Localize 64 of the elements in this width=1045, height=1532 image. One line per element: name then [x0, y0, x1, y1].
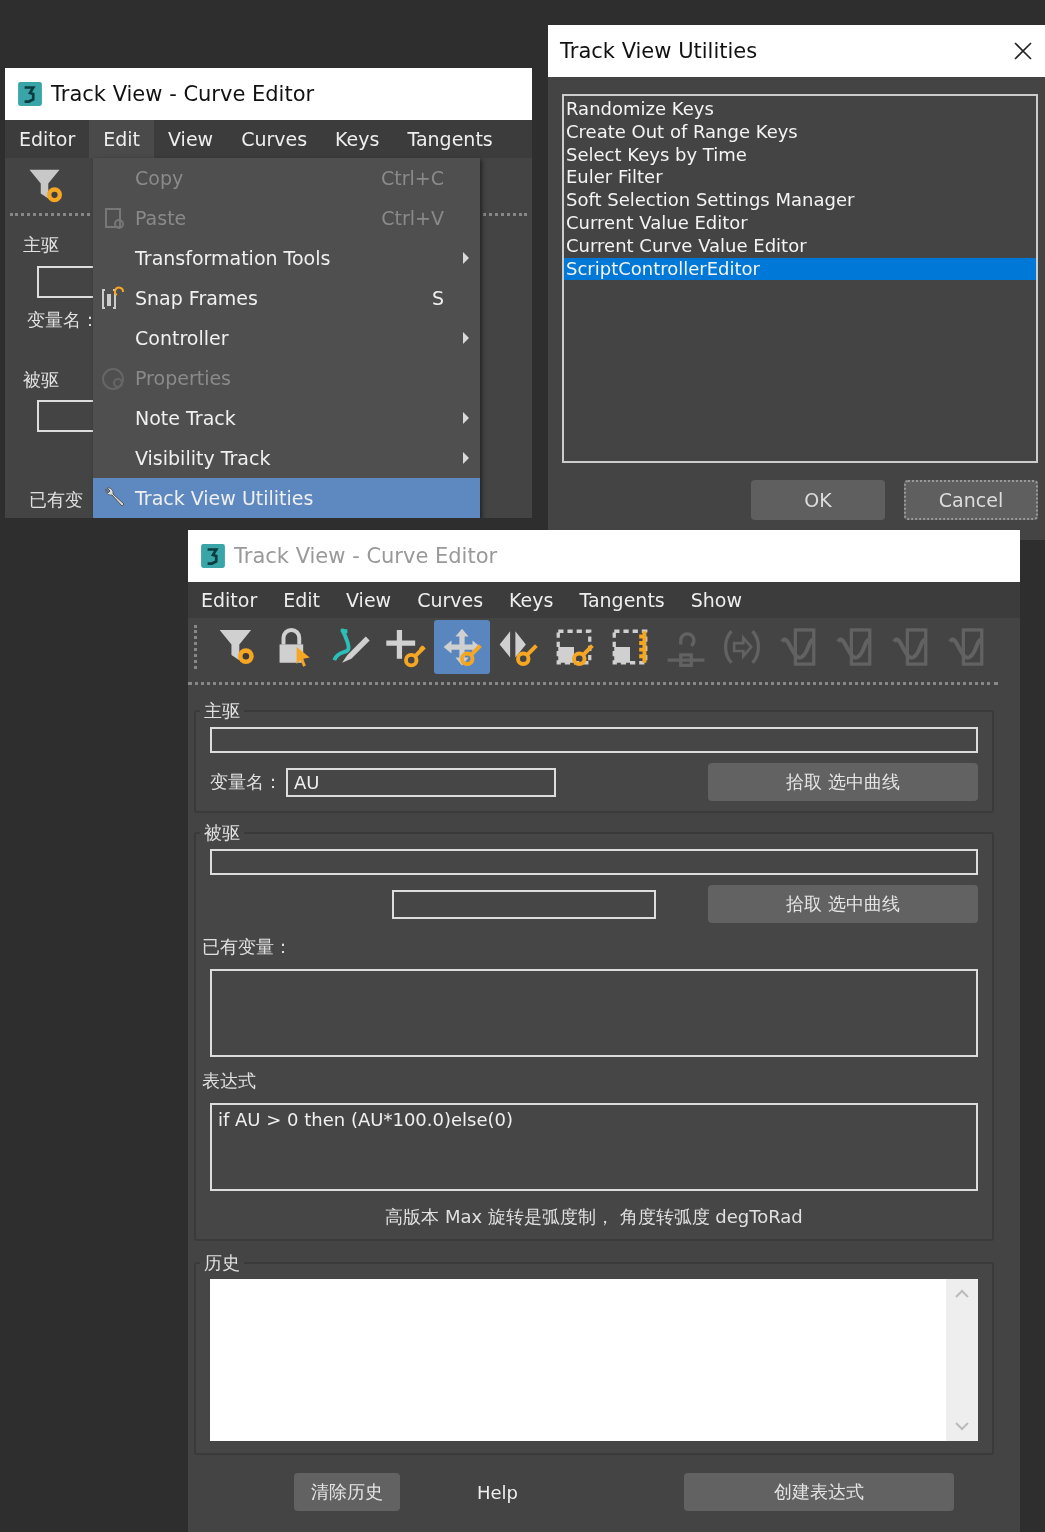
shortcut-label: S — [431, 287, 444, 309]
pick-button[interactable]: 拾取 选中曲线 — [708, 885, 978, 923]
menu-item[interactable]: Editor — [5, 120, 90, 158]
move-keys-icon — [441, 626, 483, 668]
window-title: Track View - Curve Editor — [234, 544, 498, 568]
menu-item[interactable]: Visibility Track — [93, 438, 480, 478]
list-item[interactable]: Select Keys by Time — [564, 143, 1036, 167]
dialog-title: Track View Utilities — [560, 39, 758, 63]
app-icon — [17, 81, 43, 107]
menu-item[interactable]: Keys — [496, 582, 567, 618]
field-label: 表达式 — [202, 1069, 257, 1093]
create-expression-button[interactable]: 创建表达式 — [684, 1473, 954, 1511]
list-item[interactable]: Current Curve Value Editor — [564, 234, 1036, 258]
menu-item[interactable]: View — [333, 582, 405, 618]
menu-item[interactable]: Transformation Tools — [93, 238, 480, 278]
cancel-button[interactable]: Cancel — [904, 480, 1038, 520]
menu-item[interactable]: Note Track — [93, 398, 480, 438]
menu-item[interactable]: Curves — [227, 120, 322, 158]
menu-item[interactable]: Editor — [188, 582, 271, 618]
menu-item[interactable]: Show — [677, 582, 755, 618]
list-item[interactable]: Randomize Keys — [564, 98, 1036, 121]
shortcut-label: Ctrl+V — [381, 207, 444, 229]
group-label: 被驱 — [203, 821, 241, 845]
group-label: 主驱 — [23, 233, 59, 257]
text-field[interactable] — [392, 889, 656, 919]
field-label: 变量名： — [210, 770, 282, 794]
list-item[interactable]: Euler Filter — [564, 166, 1036, 190]
list-item[interactable]: ScriptControllerEditor — [564, 257, 1036, 281]
variable-field[interactable]: AU — [286, 767, 556, 797]
clear-history-button[interactable]: 清除历史 — [294, 1473, 400, 1511]
app-icon — [200, 543, 226, 569]
menu-item[interactable]: Curves — [404, 582, 497, 618]
close-icon[interactable] — [1013, 41, 1033, 61]
help-link[interactable]: Help — [477, 1481, 519, 1503]
pick-button[interactable]: 拾取 选中曲线 — [708, 763, 978, 801]
menu-item[interactable]: Tangents — [566, 582, 678, 618]
menu-item[interactable]: Tangents — [393, 120, 507, 158]
variables-box[interactable] — [210, 969, 978, 1057]
properties-icon — [101, 365, 127, 391]
menu-item[interactable]: Edit — [89, 120, 155, 158]
clipboard-icon — [102, 206, 126, 230]
group-label: 被驱 — [23, 368, 59, 392]
list-item[interactable]: Soft Selection Settings Manager — [564, 189, 1036, 212]
text-field[interactable] — [210, 727, 978, 753]
window-title: Track View - Curve Editor — [51, 82, 315, 106]
ok-button[interactable]: OK — [751, 480, 885, 520]
expression-box[interactable]: if AU > 0 then (AU*100.0)else(0) — [210, 1103, 978, 1191]
list-item[interactable]: Create Out of Range Keys — [564, 120, 1036, 144]
field-label: 已有变 — [29, 488, 83, 512]
menu-item[interactable]: Keys — [321, 120, 394, 158]
group-label: 主驱 — [203, 699, 241, 723]
hint-text: 高版本 Max 旋转是弧度制， 角度转弧度 degToRad — [385, 1205, 803, 1229]
list-item[interactable]: Current Value Editor — [564, 212, 1036, 235]
text-field[interactable] — [210, 849, 978, 875]
submenu-arrow-icon — [462, 251, 470, 265]
snap-icon — [101, 285, 127, 311]
submenu-arrow-icon — [462, 451, 470, 465]
submenu-arrow-icon — [462, 331, 470, 345]
shortcut-label: Ctrl+C — [381, 167, 444, 189]
menu-item[interactable]: View — [154, 120, 228, 158]
menu-item[interactable]: Edit — [270, 582, 334, 618]
submenu-arrow-icon — [462, 411, 470, 425]
field-label: 已有变量： — [202, 935, 293, 959]
group-label: 历史 — [203, 1251, 241, 1275]
